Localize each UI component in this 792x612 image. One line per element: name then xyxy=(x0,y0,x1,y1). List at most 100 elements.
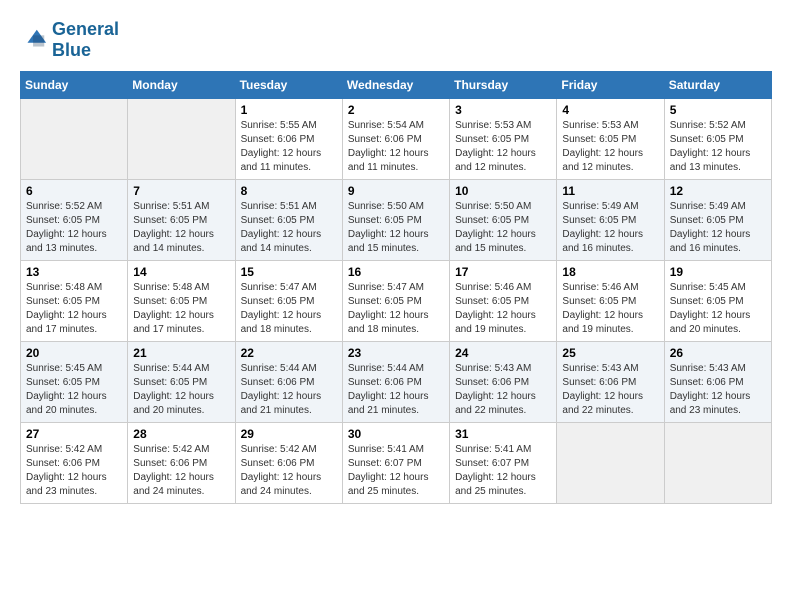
calendar-cell: 21 Sunrise: 5:44 AM Sunset: 6:05 PM Dayli… xyxy=(128,341,235,422)
logo-icon xyxy=(20,26,48,54)
day-info: Sunrise: 5:41 AM Sunset: 6:07 PM Dayligh… xyxy=(348,443,444,499)
day-info: Sunrise: 5:52 AM Sunset: 6:05 PM Dayligh… xyxy=(670,119,766,175)
calendar-week-row: 1 Sunrise: 5:55 AM Sunset: 6:06 PM Daylig… xyxy=(21,98,772,179)
day-number: 4 xyxy=(562,103,658,117)
calendar-cell: 10 Sunrise: 5:50 AM Sunset: 6:05 PM Dayli… xyxy=(450,179,557,260)
weekday-header: Sunday xyxy=(21,71,128,98)
day-number: 28 xyxy=(133,427,229,441)
day-info: Sunrise: 5:42 AM Sunset: 6:06 PM Dayligh… xyxy=(26,443,122,499)
day-info: Sunrise: 5:50 AM Sunset: 6:05 PM Dayligh… xyxy=(455,200,551,256)
day-info: Sunrise: 5:43 AM Sunset: 6:06 PM Dayligh… xyxy=(670,362,766,418)
calendar-cell: 5 Sunrise: 5:52 AM Sunset: 6:05 PM Daylig… xyxy=(664,98,771,179)
calendar-cell: 18Sunrise: 5:46 AM Sunset: 6:05 PM Dayli… xyxy=(557,260,664,341)
day-info: Sunrise: 5:53 AM Sunset: 6:05 PM Dayligh… xyxy=(455,119,551,175)
day-info: Sunrise: 5:44 AM Sunset: 6:06 PM Dayligh… xyxy=(241,362,337,418)
calendar-cell: 3 Sunrise: 5:53 AM Sunset: 6:05 PM Daylig… xyxy=(450,98,557,179)
calendar-cell: 23Sunrise: 5:44 AM Sunset: 6:06 PM Dayli… xyxy=(342,341,449,422)
calendar-cell: 16Sunrise: 5:47 AM Sunset: 6:05 PM Dayli… xyxy=(342,260,449,341)
day-info: Sunrise: 5:42 AM Sunset: 6:06 PM Dayligh… xyxy=(133,443,229,499)
weekday-header: Wednesday xyxy=(342,71,449,98)
day-number: 14 xyxy=(133,265,229,279)
day-number: 17 xyxy=(455,265,551,279)
calendar-cell xyxy=(128,98,235,179)
calendar-cell: 13 Sunrise: 5:48 AM Sunset: 6:05 PM Dayli… xyxy=(21,260,128,341)
day-number: 7 xyxy=(133,184,229,198)
day-info: Sunrise: 5:52 AM Sunset: 6:05 PM Dayligh… xyxy=(26,200,122,256)
calendar-cell: 26 Sunrise: 5:43 AM Sunset: 6:06 PM Dayli… xyxy=(664,341,771,422)
weekday-header: Thursday xyxy=(450,71,557,98)
day-info: Sunrise: 5:51 AM Sunset: 6:05 PM Dayligh… xyxy=(133,200,229,256)
day-number: 30 xyxy=(348,427,444,441)
day-number: 25 xyxy=(562,346,658,360)
day-info: Sunrise: 5:49 AM Sunset: 6:05 PM Dayligh… xyxy=(562,200,658,256)
day-info: Sunrise: 5:44 AM Sunset: 6:05 PM Dayligh… xyxy=(133,362,229,418)
day-info: Sunrise: 5:43 AM Sunset: 6:06 PM Dayligh… xyxy=(562,362,658,418)
logo: General Blue xyxy=(20,20,119,61)
day-number: 24 xyxy=(455,346,551,360)
day-info: Sunrise: 5:51 AM Sunset: 6:05 PM Dayligh… xyxy=(241,200,337,256)
day-info: Sunrise: 5:46 AM Sunset: 6:05 PM Dayligh… xyxy=(455,281,551,337)
calendar-cell: 2 Sunrise: 5:54 AM Sunset: 6:06 PM Daylig… xyxy=(342,98,449,179)
day-info: Sunrise: 5:50 AM Sunset: 6:05 PM Dayligh… xyxy=(348,200,444,256)
calendar-cell: 22 Sunrise: 5:44 AM Sunset: 6:06 PM Dayli… xyxy=(235,341,342,422)
logo-text-line1: General xyxy=(52,20,119,40)
day-info: Sunrise: 5:42 AM Sunset: 6:06 PM Dayligh… xyxy=(241,443,337,499)
page-header: General Blue xyxy=(20,20,772,61)
day-info: Sunrise: 5:53 AM Sunset: 6:05 PM Dayligh… xyxy=(562,119,658,175)
day-number: 20 xyxy=(26,346,122,360)
calendar-cell xyxy=(664,422,771,503)
calendar-cell: 17 Sunrise: 5:46 AM Sunset: 6:05 PM Dayli… xyxy=(450,260,557,341)
day-number: 8 xyxy=(241,184,337,198)
calendar-week-row: 6 Sunrise: 5:52 AM Sunset: 6:05 PM Daylig… xyxy=(21,179,772,260)
calendar-cell: 30 Sunrise: 5:41 AM Sunset: 6:07 PM Dayli… xyxy=(342,422,449,503)
day-number: 31 xyxy=(455,427,551,441)
calendar-cell: 19Sunrise: 5:45 AM Sunset: 6:05 PM Dayli… xyxy=(664,260,771,341)
day-info: Sunrise: 5:55 AM Sunset: 6:06 PM Dayligh… xyxy=(241,119,337,175)
day-info: Sunrise: 5:48 AM Sunset: 6:05 PM Dayligh… xyxy=(26,281,122,337)
logo-text-line2: Blue xyxy=(52,40,119,61)
day-number: 27 xyxy=(26,427,122,441)
calendar-cell: 14 Sunrise: 5:48 AM Sunset: 6:05 PM Dayli… xyxy=(128,260,235,341)
calendar-cell: 27 Sunrise: 5:42 AM Sunset: 6:06 PM Dayli… xyxy=(21,422,128,503)
calendar-cell: 31Sunrise: 5:41 AM Sunset: 6:07 PM Dayli… xyxy=(450,422,557,503)
calendar-cell: 9 Sunrise: 5:50 AM Sunset: 6:05 PM Daylig… xyxy=(342,179,449,260)
calendar-cell xyxy=(557,422,664,503)
calendar-header: SundayMondayTuesdayWednesdayThursdayFrid… xyxy=(21,71,772,98)
day-number: 29 xyxy=(241,427,337,441)
calendar-week-row: 20 Sunrise: 5:45 AM Sunset: 6:05 PM Dayli… xyxy=(21,341,772,422)
calendar: SundayMondayTuesdayWednesdayThursdayFrid… xyxy=(20,71,772,504)
calendar-cell: 11 Sunrise: 5:49 AM Sunset: 6:05 PM Dayli… xyxy=(557,179,664,260)
day-info: Sunrise: 5:45 AM Sunset: 6:05 PM Dayligh… xyxy=(26,362,122,418)
day-number: 5 xyxy=(670,103,766,117)
day-info: Sunrise: 5:48 AM Sunset: 6:05 PM Dayligh… xyxy=(133,281,229,337)
calendar-cell: 12Sunrise: 5:49 AM Sunset: 6:05 PM Dayli… xyxy=(664,179,771,260)
day-number: 6 xyxy=(26,184,122,198)
calendar-cell: 28 Sunrise: 5:42 AM Sunset: 6:06 PM Dayli… xyxy=(128,422,235,503)
calendar-cell: 25 Sunrise: 5:43 AM Sunset: 6:06 PM Dayli… xyxy=(557,341,664,422)
calendar-cell: 6 Sunrise: 5:52 AM Sunset: 6:05 PM Daylig… xyxy=(21,179,128,260)
calendar-cell: 7 Sunrise: 5:51 AM Sunset: 6:05 PM Daylig… xyxy=(128,179,235,260)
day-number: 2 xyxy=(348,103,444,117)
calendar-cell: 8 Sunrise: 5:51 AM Sunset: 6:05 PM Daylig… xyxy=(235,179,342,260)
weekday-header: Monday xyxy=(128,71,235,98)
day-info: Sunrise: 5:44 AM Sunset: 6:06 PM Dayligh… xyxy=(348,362,444,418)
day-number: 19 xyxy=(670,265,766,279)
calendar-cell: 15Sunrise: 5:47 AM Sunset: 6:05 PM Dayli… xyxy=(235,260,342,341)
day-number: 13 xyxy=(26,265,122,279)
day-number: 3 xyxy=(455,103,551,117)
day-number: 21 xyxy=(133,346,229,360)
day-info: Sunrise: 5:47 AM Sunset: 6:05 PM Dayligh… xyxy=(241,281,337,337)
day-info: Sunrise: 5:43 AM Sunset: 6:06 PM Dayligh… xyxy=(455,362,551,418)
day-number: 1 xyxy=(241,103,337,117)
day-number: 12 xyxy=(670,184,766,198)
weekday-header: Tuesday xyxy=(235,71,342,98)
calendar-cell: 29 Sunrise: 5:42 AM Sunset: 6:06 PM Dayli… xyxy=(235,422,342,503)
day-number: 11 xyxy=(562,184,658,198)
day-info: Sunrise: 5:46 AM Sunset: 6:05 PM Dayligh… xyxy=(562,281,658,337)
day-number: 9 xyxy=(348,184,444,198)
day-info: Sunrise: 5:54 AM Sunset: 6:06 PM Dayligh… xyxy=(348,119,444,175)
calendar-cell: 20 Sunrise: 5:45 AM Sunset: 6:05 PM Dayli… xyxy=(21,341,128,422)
day-number: 26 xyxy=(670,346,766,360)
day-number: 10 xyxy=(455,184,551,198)
day-number: 22 xyxy=(241,346,337,360)
